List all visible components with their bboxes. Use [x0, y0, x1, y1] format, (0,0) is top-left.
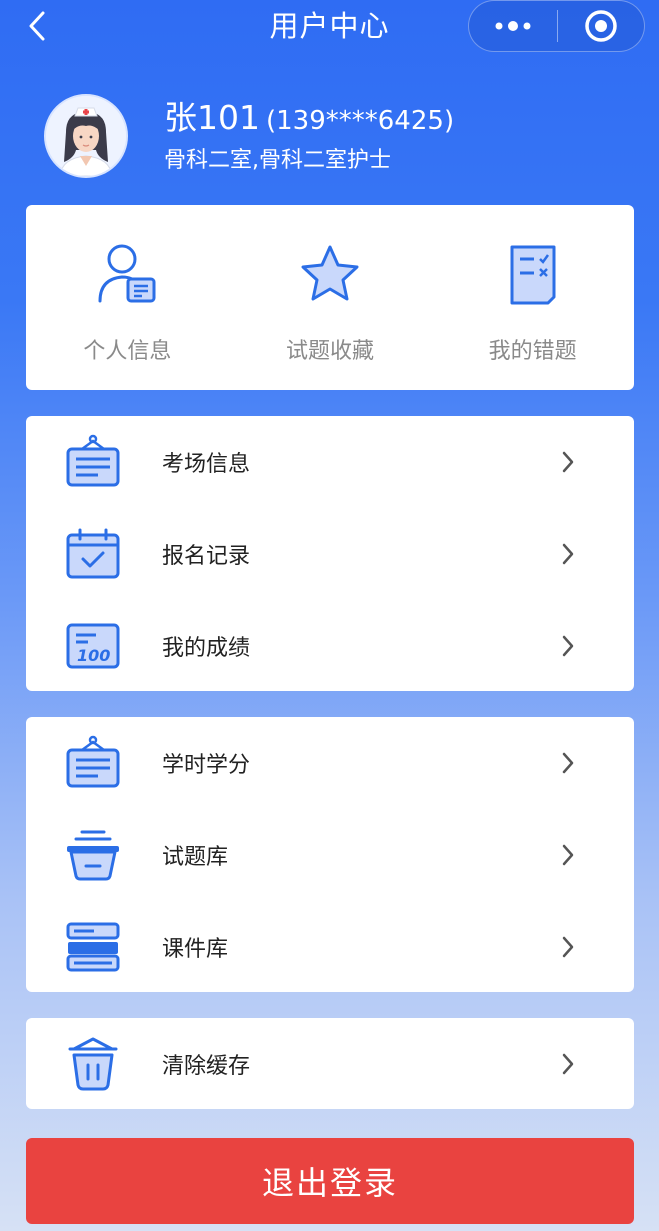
chevron-right-icon	[558, 1050, 578, 1078]
menu-label: 课件库	[162, 937, 229, 962]
menu-item-exam-room-info[interactable]: 考场信息	[26, 416, 634, 508]
wrong-questions-icon	[498, 239, 568, 309]
menu-label: 我的成绩	[162, 636, 251, 661]
mini-program-capsule	[468, 0, 645, 52]
trash-icon	[64, 1035, 122, 1093]
menu-label: 清除缓存	[162, 1053, 251, 1079]
menu-group-exams: 考场信息 报名记录 100 我的成绩	[26, 416, 634, 691]
person-card-icon	[92, 239, 162, 309]
more-button[interactable]	[469, 1, 557, 51]
navigation-bar: 用户中心	[0, 0, 659, 52]
menu-group-learning: 学时学分 试题库 课件库	[26, 717, 634, 992]
menu-item-my-scores[interactable]: 100 我的成绩	[26, 600, 634, 692]
star-icon	[295, 239, 365, 309]
close-mini-program-button[interactable]	[558, 1, 644, 51]
menu-item-study-hours-credits[interactable]: 学时学分	[26, 717, 634, 809]
target-circle-icon	[585, 10, 617, 42]
chevron-right-icon	[558, 841, 578, 869]
personal-info-label: 个人信息	[83, 339, 172, 364]
svg-text:100: 100	[77, 646, 110, 665]
chevron-right-icon	[558, 540, 578, 568]
favorite-questions-button[interactable]: 试题收藏	[229, 205, 432, 390]
user-name-line: 张101 (139****6425)	[164, 98, 454, 141]
menu-label: 报名记录	[162, 544, 251, 569]
menu-item-clear-cache[interactable]: 清除缓存	[26, 1018, 634, 1109]
wrong-questions-button[interactable]: 我的错题	[431, 205, 634, 390]
chevron-right-icon	[558, 749, 578, 777]
courseware-stack-icon	[64, 918, 122, 976]
menu-item-question-bank[interactable]: 试题库	[26, 809, 634, 901]
more-dots-icon	[495, 21, 531, 31]
user-phone: (139****6425)	[266, 106, 455, 136]
favorite-questions-label: 试题收藏	[286, 339, 375, 364]
user-department: 骨科二室,骨科二室护士	[164, 148, 391, 173]
basket-icon	[64, 826, 122, 884]
chevron-right-icon	[558, 448, 578, 476]
nurse-avatar-icon	[46, 96, 126, 176]
menu-label: 考场信息	[162, 452, 251, 477]
calendar-check-icon	[64, 525, 122, 583]
chevron-right-icon	[558, 632, 578, 660]
notice-board-icon	[64, 734, 122, 792]
personal-info-button[interactable]: 个人信息	[26, 205, 229, 390]
chevron-right-icon	[558, 933, 578, 961]
menu-item-courseware-library[interactable]: 课件库	[26, 901, 634, 993]
wrong-questions-label: 我的错题	[488, 339, 577, 364]
user-profile-header[interactable]: 张101 (139****6425) 骨科二室,骨科二室护士	[44, 92, 644, 182]
user-name: 张101	[164, 98, 260, 137]
avatar[interactable]	[44, 94, 128, 178]
score-100-icon: 100	[64, 617, 122, 675]
menu-group-cache: 清除缓存	[26, 1018, 634, 1109]
menu-label: 试题库	[162, 845, 229, 870]
menu-label: 学时学分	[162, 753, 251, 778]
notice-board-icon	[64, 433, 122, 491]
menu-item-registration-records[interactable]: 报名记录	[26, 508, 634, 600]
quick-actions-card: 个人信息 试题收藏 我的错题	[26, 205, 634, 390]
logout-button[interactable]: 退出登录	[26, 1138, 634, 1224]
